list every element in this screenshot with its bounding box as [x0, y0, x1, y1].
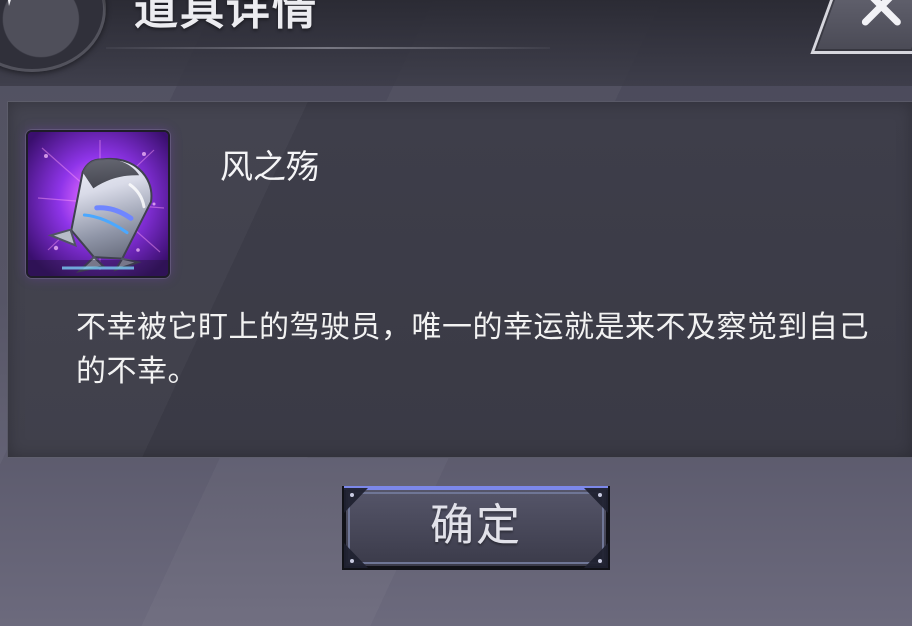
- confirm-button[interactable]: 确定: [340, 483, 612, 575]
- item-name: 风之殇: [220, 147, 319, 186]
- rocket-item-icon: [28, 132, 168, 276]
- top-bar: 道具详情: [0, 0, 912, 86]
- close-button[interactable]: [810, 0, 912, 54]
- close-icon: [861, 0, 901, 26]
- item-icon: [26, 130, 170, 278]
- item-description: 不幸被它盯上的驾驶员，唯一的幸运就是来不及察觉到自己的不幸。: [76, 310, 869, 389]
- emblem-icon: [7, 0, 27, 6]
- title-divider: [106, 47, 550, 49]
- confirm-button-label: 确定: [430, 500, 522, 551]
- guild-emblem: [0, 0, 106, 72]
- page-title: 道具详情: [134, 0, 318, 35]
